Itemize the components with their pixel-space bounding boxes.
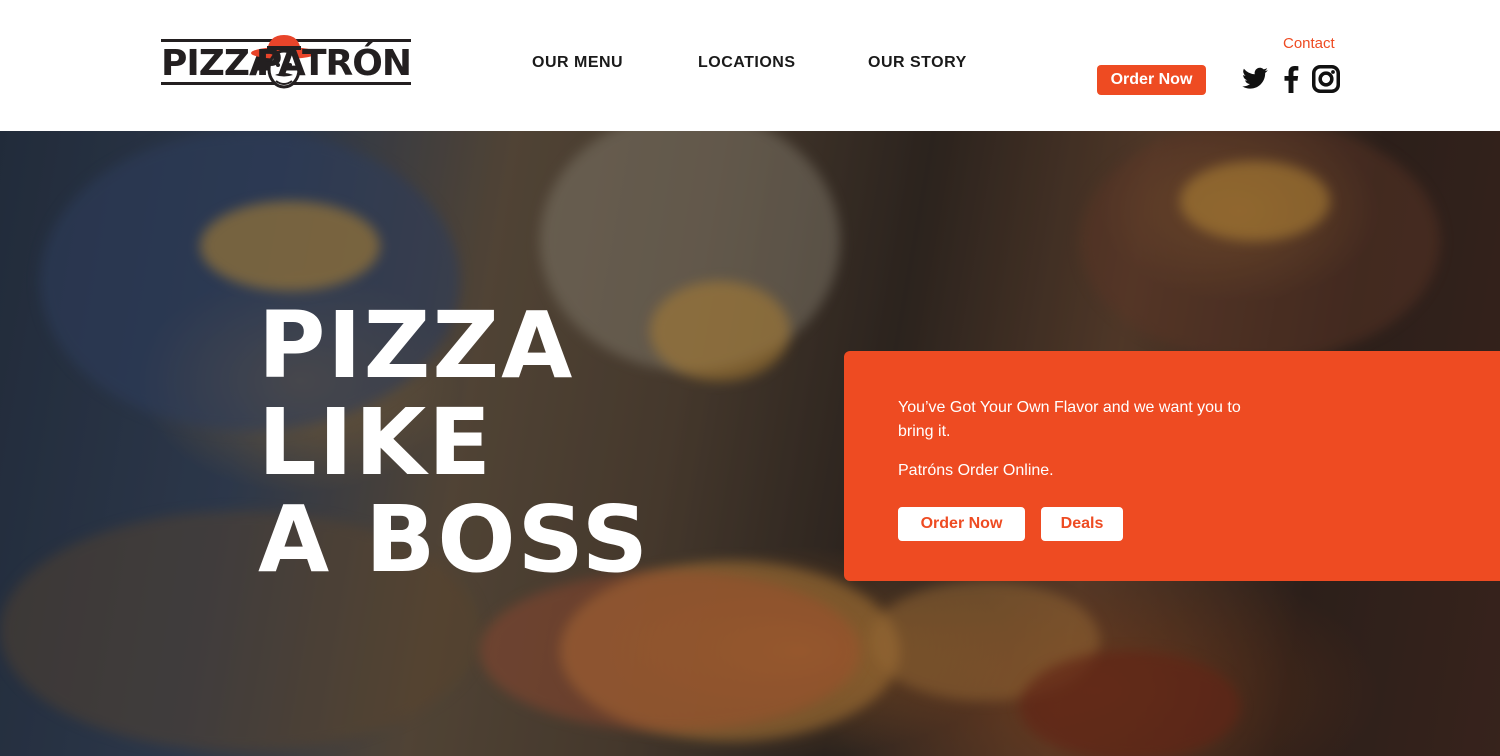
promo-order-now-button[interactable]: Order Now	[898, 507, 1025, 541]
site-header: PIZZA PATRÓN OUR MENU LOCATIONS OUR STOR…	[0, 0, 1500, 131]
hero-section: PIZZA LIKE A BOSS You’ve Got Your Own Fl…	[0, 131, 1500, 756]
headline-line-1: PIZZA	[258, 292, 575, 399]
twitter-icon[interactable]	[1240, 64, 1270, 94]
headline-line-3: A BOSS	[258, 486, 650, 593]
facebook-icon[interactable]	[1276, 64, 1306, 94]
nav-locations[interactable]: LOCATIONS	[698, 54, 796, 72]
logo-word-right: PATRÓN	[255, 43, 412, 84]
headline-line-2: LIKE	[258, 389, 493, 496]
nav-our-menu[interactable]: OUR MENU	[532, 54, 623, 72]
promo-subtext: Patróns Order Online.	[898, 462, 1054, 479]
promo-tagline: You’ve Got Your Own Flavor and we want y…	[898, 399, 1241, 440]
pizza-patron-logo[interactable]: PIZZA PATRÓN	[161, 31, 412, 93]
promo-deals-button[interactable]: Deals	[1041, 507, 1123, 541]
contact-link[interactable]: Contact	[1283, 35, 1335, 52]
order-now-button[interactable]: Order Now	[1097, 65, 1206, 95]
hero-headline: PIZZA LIKE A BOSS	[258, 297, 650, 588]
instagram-icon[interactable]	[1311, 64, 1341, 94]
promo-card: You’ve Got Your Own Flavor and we want y…	[844, 351, 1500, 581]
nav-our-story[interactable]: OUR STORY	[868, 54, 967, 72]
